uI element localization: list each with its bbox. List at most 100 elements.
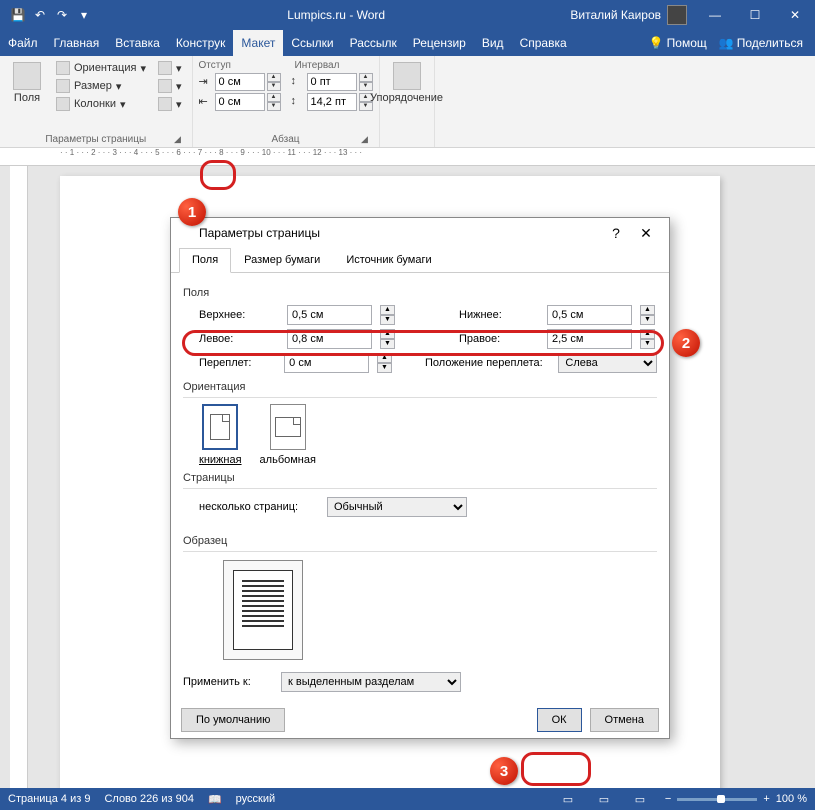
indent-left-field[interactable]: ⇥▲▼ bbox=[199, 73, 281, 91]
left-margin-input[interactable] bbox=[287, 329, 372, 349]
view-print-icon[interactable]: ▭ bbox=[593, 790, 615, 808]
avatar[interactable] bbox=[667, 5, 687, 25]
view-read-icon[interactable]: ▭ bbox=[557, 790, 579, 808]
line-numbers-button[interactable]: ▾ bbox=[154, 78, 186, 94]
right-margin-input[interactable] bbox=[547, 329, 632, 349]
save-icon[interactable]: 💾 bbox=[10, 7, 26, 23]
page-setup-dialog: Параметры страницы ? ✕ Поля Размер бумаг… bbox=[170, 217, 670, 739]
multipage-select[interactable]: Обычный bbox=[327, 497, 467, 517]
multipage-label: несколько страниц: bbox=[199, 501, 319, 513]
orientation-button[interactable]: Ориентация ▾ bbox=[52, 60, 150, 76]
status-words[interactable]: Слово 226 из 904 bbox=[104, 793, 194, 805]
size-button[interactable]: Размер ▾ bbox=[52, 78, 150, 94]
arrange-group: Упорядочение bbox=[380, 56, 435, 147]
orientation-icon bbox=[56, 61, 70, 75]
close-button[interactable]: ✕ bbox=[775, 0, 815, 30]
top-margin-input[interactable] bbox=[287, 305, 372, 325]
tab-file[interactable]: Файл bbox=[0, 30, 46, 56]
maximize-button[interactable]: ☐ bbox=[735, 0, 775, 30]
gutter-pos-label: Положение переплета: bbox=[425, 357, 550, 369]
tab-paper[interactable]: Размер бумаги bbox=[231, 248, 333, 272]
apply-to-label: Применить к: bbox=[183, 676, 273, 688]
zoom-in-button[interactable]: + bbox=[763, 793, 769, 805]
cancel-button[interactable]: Отмена bbox=[590, 708, 659, 732]
indent-right-icon: ⇤ bbox=[199, 95, 213, 109]
tab-insert[interactable]: Вставка bbox=[107, 30, 168, 56]
page-setup-label: Параметры страницы ◢ bbox=[6, 132, 186, 145]
page-setup-group: Поля Ориентация ▾ Размер ▾ Колонки ▾ ▾ ▾… bbox=[0, 56, 193, 147]
redo-icon[interactable]: ↷ bbox=[54, 7, 70, 23]
columns-icon bbox=[56, 97, 70, 111]
tab-design[interactable]: Конструк bbox=[168, 30, 234, 56]
apply-to-select[interactable]: к выделенным разделам bbox=[281, 672, 461, 692]
qa-customize-icon[interactable]: ▾ bbox=[76, 7, 92, 23]
line-numbers-icon bbox=[158, 79, 172, 93]
columns-button[interactable]: Колонки ▾ bbox=[52, 96, 150, 112]
tab-home[interactable]: Главная bbox=[46, 30, 108, 56]
preview-box bbox=[223, 560, 303, 660]
indent-left-icon: ⇥ bbox=[199, 75, 213, 89]
zoom-slider[interactable] bbox=[677, 798, 757, 801]
dialog-help-button[interactable]: ? bbox=[601, 219, 631, 247]
undo-icon[interactable]: ↶ bbox=[32, 7, 48, 23]
zoom-out-button[interactable]: − bbox=[665, 793, 671, 805]
hyphenation-icon bbox=[158, 97, 172, 111]
default-button[interactable]: По умолчанию bbox=[181, 708, 285, 732]
dialog-title: Параметры страницы bbox=[179, 226, 601, 240]
margins-icon bbox=[13, 62, 41, 90]
ok-button[interactable]: ОК bbox=[537, 708, 582, 732]
page-setup-launcher[interactable]: ◢ bbox=[172, 133, 184, 145]
gutter-pos-select[interactable]: Слева bbox=[558, 353, 657, 373]
indent-right-field[interactable]: ⇤▲▼ bbox=[199, 93, 281, 111]
arrange-button[interactable]: Упорядочение bbox=[386, 60, 428, 132]
status-language[interactable]: русский bbox=[236, 793, 275, 805]
dialog-close-button[interactable]: ✕ bbox=[631, 219, 661, 247]
tell-me[interactable]: 💡 Помощ bbox=[645, 36, 711, 50]
ribbon: Поля Ориентация ▾ Размер ▾ Колонки ▾ ▾ ▾… bbox=[0, 56, 815, 148]
spacing-before-field[interactable]: ↕▲▼ bbox=[291, 73, 373, 91]
spacing-after-icon: ↕ bbox=[291, 95, 305, 109]
tab-help[interactable]: Справка bbox=[512, 30, 575, 56]
minimize-button[interactable]: — bbox=[695, 0, 735, 30]
size-icon bbox=[56, 79, 70, 93]
paragraph-launcher[interactable]: ◢ bbox=[359, 133, 371, 145]
app-title: Lumpics.ru - Word bbox=[102, 8, 570, 22]
orientation-portrait[interactable]: книжная bbox=[199, 404, 242, 466]
bottom-margin-spin[interactable]: ▲▼ bbox=[640, 305, 655, 325]
status-bar: Страница 4 из 9 Слово 226 из 904 📖 русск… bbox=[0, 788, 815, 810]
tab-margins[interactable]: Поля bbox=[179, 248, 231, 273]
margins-button[interactable]: Поля bbox=[6, 60, 48, 132]
tab-mailings[interactable]: Рассылк bbox=[342, 30, 405, 56]
bottom-margin-input[interactable] bbox=[547, 305, 632, 325]
spacing-after-field[interactable]: ↕▲▼ bbox=[291, 93, 373, 111]
tab-references[interactable]: Ссылки bbox=[283, 30, 341, 56]
tab-layout[interactable]: Макет bbox=[233, 30, 283, 56]
right-margin-spin[interactable]: ▲▼ bbox=[640, 329, 655, 349]
hyphenation-button[interactable]: ▾ bbox=[154, 96, 186, 112]
status-page[interactable]: Страница 4 из 9 bbox=[8, 793, 90, 805]
dialog-tabs: Поля Размер бумаги Источник бумаги bbox=[171, 248, 669, 273]
ribbon-tabs: Файл Главная Вставка Конструк Макет Ссыл… bbox=[0, 30, 815, 56]
arrange-icon bbox=[393, 62, 421, 90]
zoom-level[interactable]: 100 % bbox=[776, 793, 807, 805]
breaks-button[interactable]: ▾ bbox=[154, 60, 186, 76]
title-bar: 💾 ↶ ↷ ▾ Lumpics.ru - Word Виталий Каиров… bbox=[0, 0, 815, 30]
orientation-landscape[interactable]: альбомная bbox=[260, 404, 316, 466]
tab-review[interactable]: Рецензир bbox=[405, 30, 474, 56]
horizontal-ruler[interactable]: · · 1 · · · 2 · · · 3 · · · 4 · · · 5 · … bbox=[0, 148, 815, 166]
bottom-margin-label: Нижнее: bbox=[459, 309, 539, 321]
gutter-input[interactable] bbox=[284, 353, 369, 373]
right-margin-label: Правое: bbox=[459, 333, 539, 345]
status-proofing-icon[interactable]: 📖 bbox=[208, 793, 222, 806]
tab-layout[interactable]: Источник бумаги bbox=[333, 248, 444, 272]
view-web-icon[interactable]: ▭ bbox=[629, 790, 651, 808]
left-margin-spin[interactable]: ▲▼ bbox=[380, 329, 395, 349]
gutter-spin[interactable]: ▲▼ bbox=[377, 353, 391, 373]
tab-view[interactable]: Вид bbox=[474, 30, 512, 56]
top-margin-spin[interactable]: ▲▼ bbox=[380, 305, 395, 325]
vertical-ruler[interactable] bbox=[10, 166, 28, 788]
spacing-before-icon: ↕ bbox=[291, 75, 305, 89]
share-button[interactable]: 👥 Поделиться bbox=[715, 36, 807, 50]
paragraph-label: Абзац ◢ bbox=[199, 132, 373, 145]
paragraph-group: Отступ Интервал ⇥▲▼ ↕▲▼ ⇤▲▼ ↕▲▼ Абзац ◢ bbox=[193, 56, 380, 147]
